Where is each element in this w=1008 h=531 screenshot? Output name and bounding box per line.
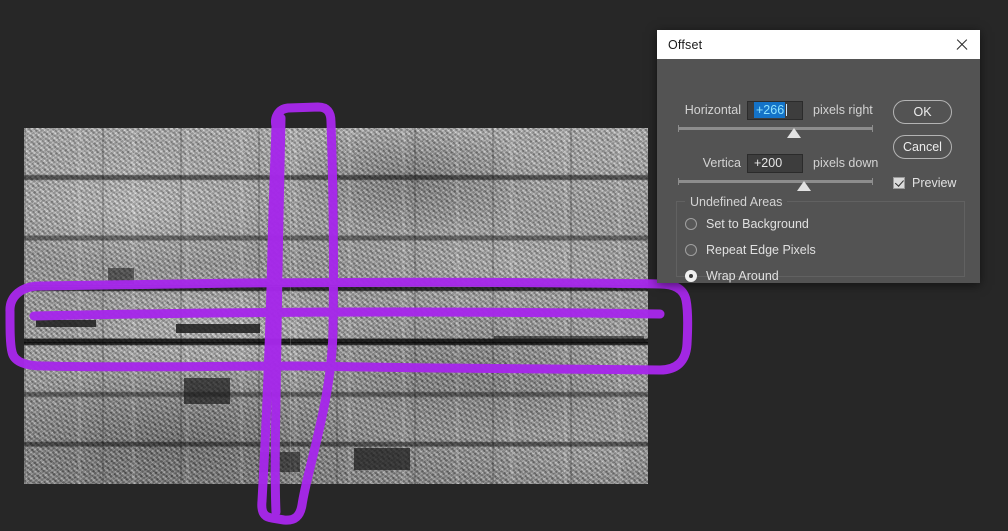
- vertical-label: Vertica: [702, 156, 741, 170]
- horizontal-slider-track[interactable]: [678, 125, 873, 132]
- wall-shadow-2: [36, 320, 96, 327]
- dialog-titlebar[interactable]: Offset: [657, 30, 980, 59]
- repeat-edge-pixels-radio[interactable]: [685, 244, 697, 256]
- wall-shadow-7: [494, 336, 644, 342]
- slider-cap-right: [872, 125, 873, 132]
- image-canvas[interactable]: [24, 128, 648, 484]
- horizontal-slider-thumb[interactable]: [787, 128, 801, 138]
- radio-row-wrap-around[interactable]: Wrap Around: [685, 269, 779, 283]
- preview-label: Preview: [912, 176, 957, 190]
- cancel-button[interactable]: Cancel: [893, 135, 952, 159]
- horizontal-offset-value: +266: [754, 102, 786, 118]
- stone-wall-texture: [24, 128, 648, 484]
- undefined-areas-group: [676, 201, 965, 277]
- set-to-background-radio[interactable]: [685, 218, 697, 230]
- ok-button[interactable]: OK: [893, 100, 952, 124]
- wrap-seam-horizontal-1: [24, 286, 648, 287]
- wall-shadow-3: [184, 378, 230, 404]
- photoshop-offset-screen: Offset Horizontal +266 pixels right Vert…: [0, 0, 1008, 531]
- undefined-areas-legend: Undefined Areas: [685, 195, 788, 209]
- wrap-seam-vertical-1: [290, 128, 291, 484]
- close-icon[interactable]: [952, 35, 972, 55]
- slider-cap-right: [872, 178, 873, 185]
- text-caret: [786, 104, 788, 116]
- wrap-around-radio[interactable]: [685, 270, 697, 282]
- wall-shadow-5: [260, 452, 300, 472]
- vertical-slider-track[interactable]: [678, 178, 873, 185]
- wall-shadow-1: [176, 324, 260, 333]
- wrap-seam-horizontal-2: [24, 342, 648, 343]
- radio-row-repeat-edge-pixels[interactable]: Repeat Edge Pixels: [685, 243, 816, 257]
- preview-checkbox-row[interactable]: Preview: [893, 176, 956, 190]
- vertical-slider-thumb[interactable]: [797, 181, 811, 191]
- vertical-offset-value: +200: [754, 156, 783, 170]
- slider-cap-left: [678, 125, 679, 132]
- set-to-background-label: Set to Background: [706, 217, 809, 231]
- wall-shadow-4: [354, 448, 410, 470]
- horizontal-unit-label: pixels right: [813, 103, 873, 117]
- repeat-edge-pixels-label: Repeat Edge Pixels: [706, 243, 816, 257]
- dialog-title: Offset: [668, 37, 703, 52]
- wrap-around-label: Wrap Around: [706, 269, 779, 283]
- dialog-body: Horizontal +266 pixels right Vertica +20…: [657, 59, 980, 283]
- slider-cap-left: [678, 178, 679, 185]
- horizontal-offset-input[interactable]: +266: [747, 101, 803, 120]
- preview-checkbox[interactable]: [893, 177, 905, 189]
- radio-row-set-to-background[interactable]: Set to Background: [685, 217, 809, 231]
- vertical-offset-input[interactable]: +200: [747, 154, 803, 173]
- wall-shadow-6: [108, 268, 134, 284]
- offset-dialog: Offset Horizontal +266 pixels right Vert…: [657, 30, 980, 283]
- vertical-unit-label: pixels down: [813, 156, 879, 170]
- horizontal-label: Horizontal: [684, 103, 741, 117]
